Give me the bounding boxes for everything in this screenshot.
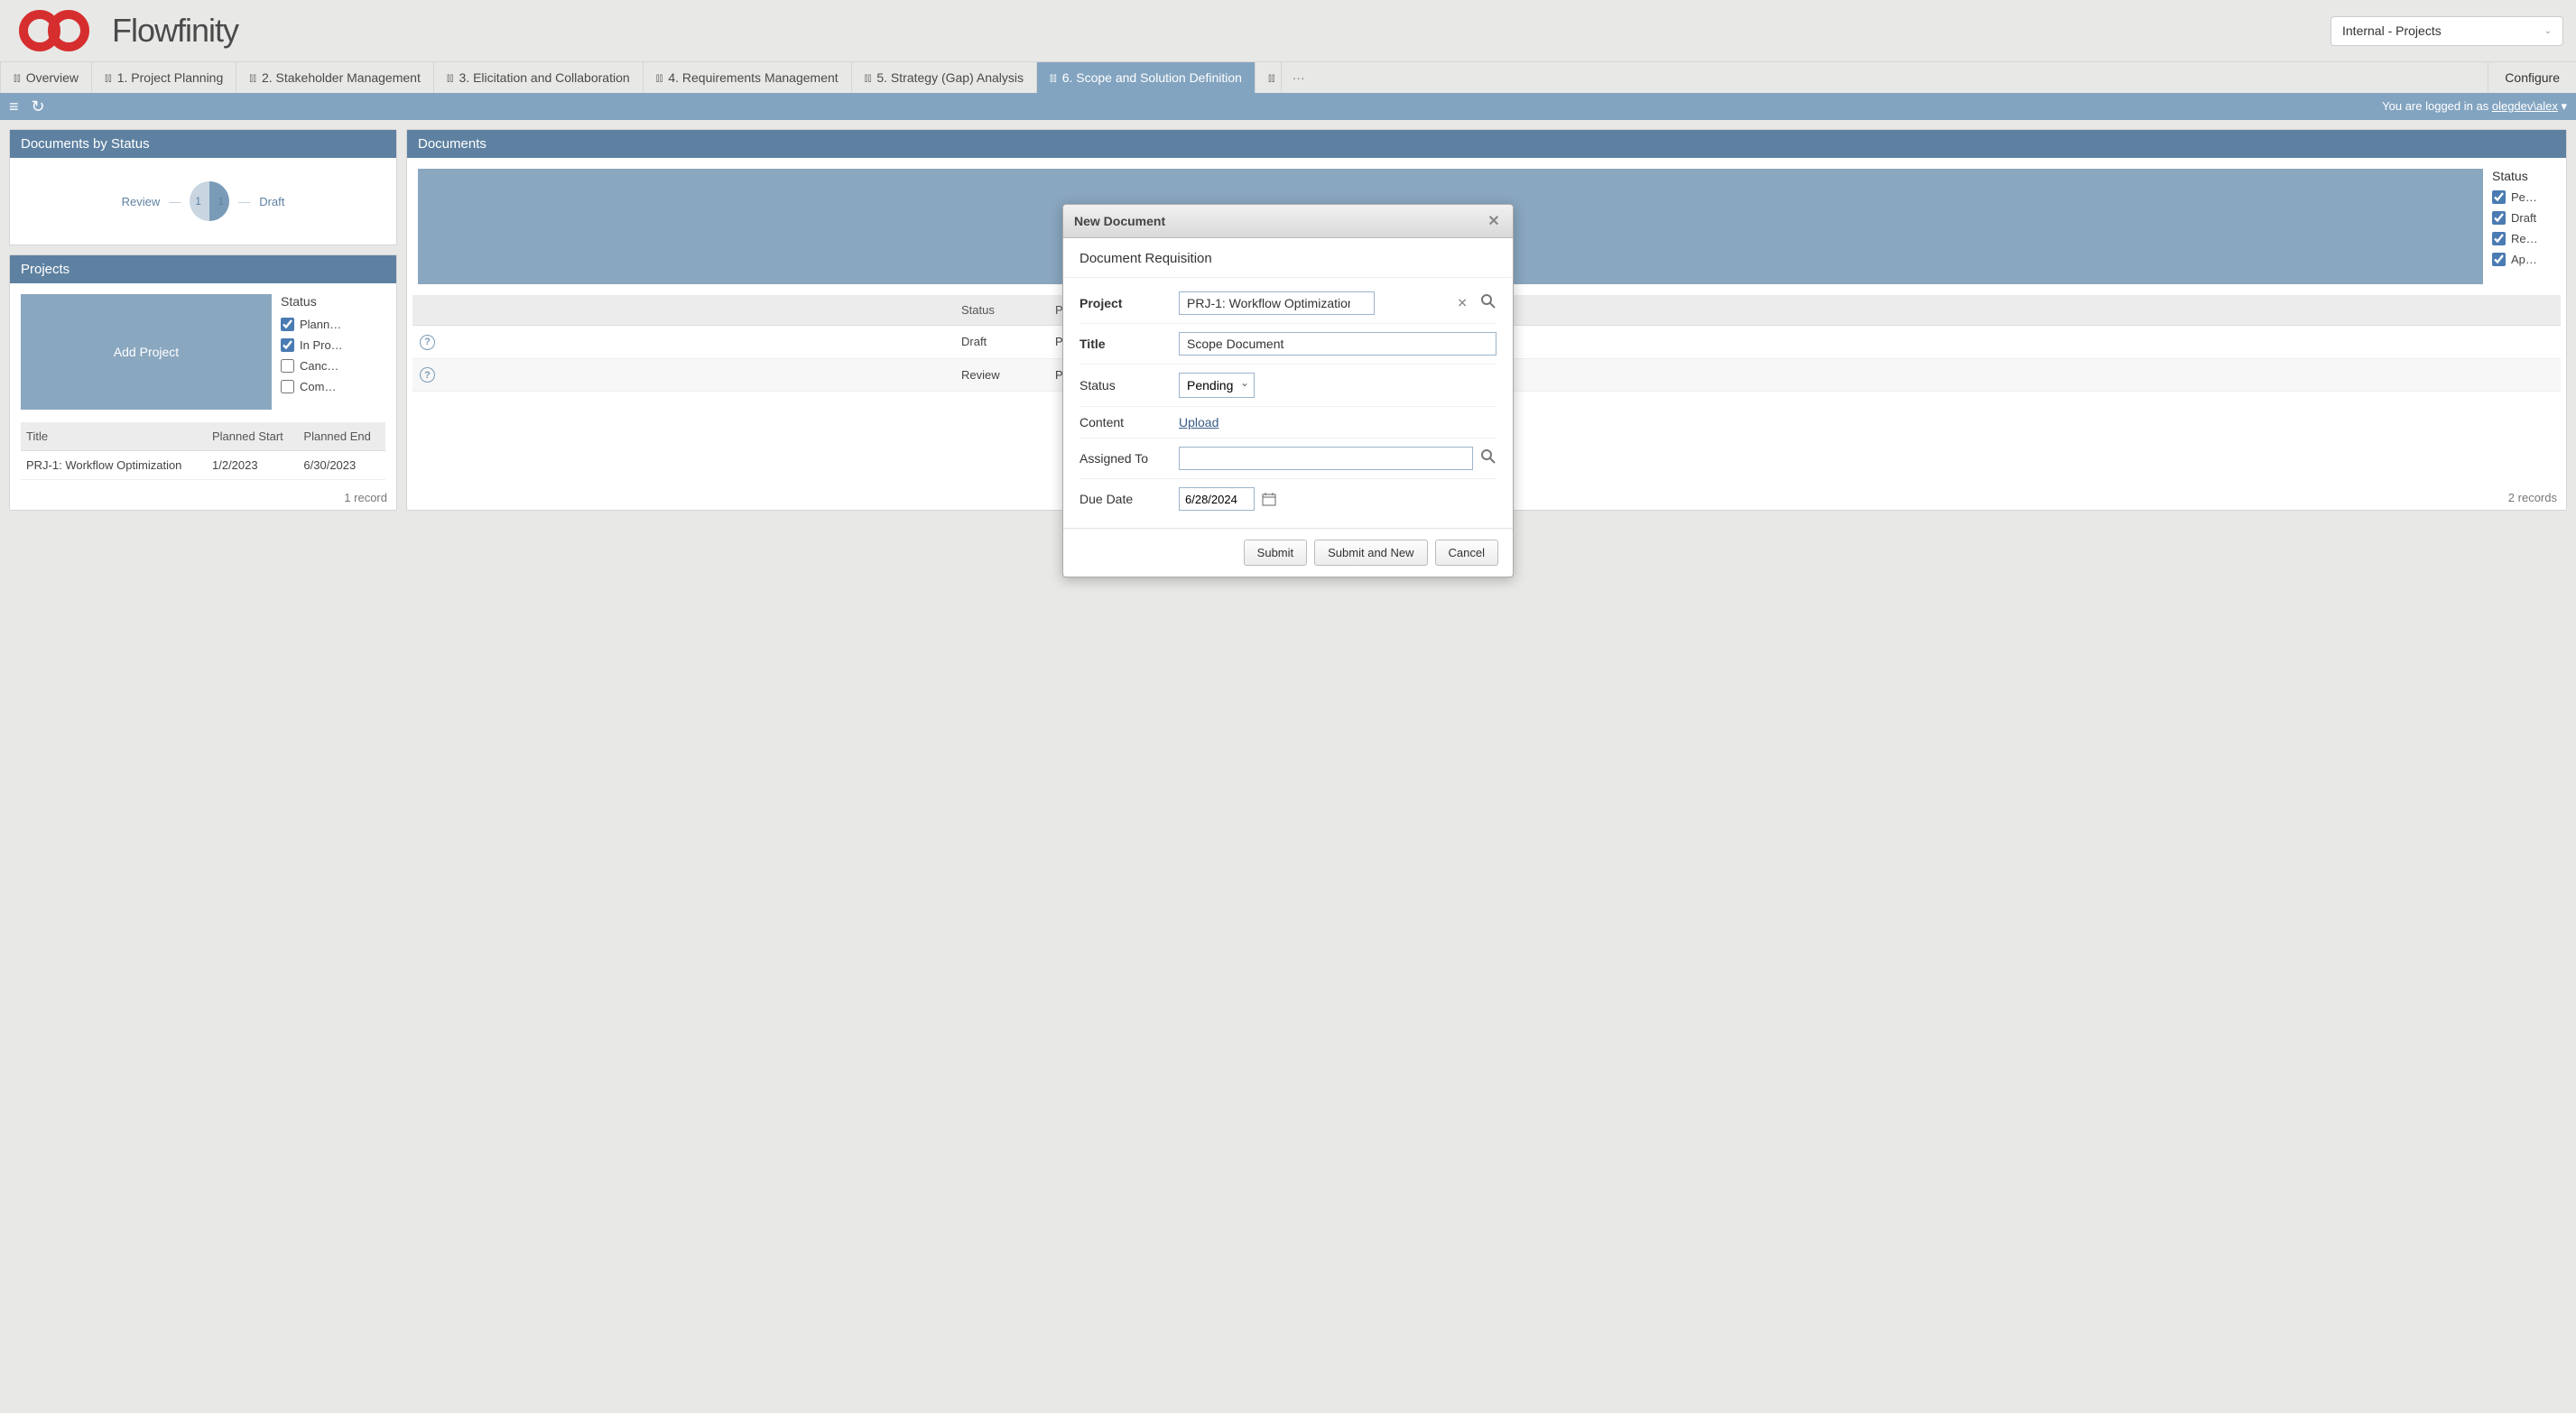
table-row[interactable]: PRJ-1: Workflow Optimization1/2/20236/30… bbox=[21, 451, 385, 480]
pie-label-review: Review bbox=[122, 195, 161, 208]
cancel-button[interactable]: Cancel bbox=[1435, 540, 1498, 566]
label-content: Content bbox=[1080, 415, 1170, 429]
tab-overview[interactable]: ⫾⫾Overview bbox=[0, 62, 92, 93]
dialog-title-text: New Document bbox=[1074, 214, 1165, 228]
brand-name: Flowfinity bbox=[112, 12, 238, 50]
chart-icon: ⫾⫾ bbox=[447, 71, 454, 85]
projects-table: Title Planned Start Planned End PRJ-1: W… bbox=[21, 422, 385, 480]
chart-icon: ⫾⫾ bbox=[1050, 71, 1057, 85]
project-input[interactable] bbox=[1179, 291, 1375, 315]
tabs-overflow[interactable]: ··· bbox=[1282, 62, 1316, 93]
col-status[interactable]: Status bbox=[954, 295, 1048, 326]
tab-stakeholder-management[interactable]: ⫾⫾2. Stakeholder Management bbox=[236, 62, 434, 93]
submit-button[interactable]: Submit bbox=[1244, 540, 1307, 566]
chart-icon: ⫾⫾ bbox=[105, 71, 112, 85]
tab-strategy[interactable]: ⫾⫾5. Strategy (Gap) Analysis bbox=[852, 62, 1037, 93]
checkbox[interactable] bbox=[2492, 232, 2506, 245]
clear-icon[interactable]: ✕ bbox=[1457, 296, 1468, 311]
user-link[interactable]: olegdev\alex bbox=[2492, 99, 2558, 113]
tab-elicitation[interactable]: ⫾⫾3. Elicitation and Collaboration bbox=[434, 62, 644, 93]
label-title: Title bbox=[1080, 337, 1170, 351]
checkbox[interactable] bbox=[2492, 253, 2506, 266]
tab-project-planning[interactable]: ⫾⫾1. Project Planning bbox=[92, 62, 236, 93]
status-heading: Status bbox=[2492, 169, 2555, 183]
dialog-subtitle: Document Requisition bbox=[1063, 238, 1513, 278]
pie-label-draft: Draft bbox=[259, 195, 284, 208]
record-count: 1 record bbox=[10, 480, 396, 510]
checkbox[interactable] bbox=[2492, 190, 2506, 204]
chart-icon: ⫾⫾ bbox=[656, 71, 663, 85]
chevron-down-icon: ⌄ bbox=[2544, 26, 2552, 36]
checkbox[interactable] bbox=[281, 338, 294, 352]
chart-icon: ⫾⫾ bbox=[14, 71, 21, 85]
col-title[interactable]: Title bbox=[21, 422, 207, 451]
new-document-dialog: New Document ✕ Document Requisition Proj… bbox=[1062, 204, 1514, 577]
info-icon[interactable]: ? bbox=[420, 335, 435, 350]
tab-partial[interactable]: ⫾⫾ bbox=[1256, 62, 1282, 93]
user-status: You are logged in as olegdev\alex ▾ bbox=[2382, 99, 2567, 114]
project-selector-value: Internal - Projects bbox=[2342, 23, 2442, 38]
chevron-down-icon[interactable]: ▾ bbox=[2561, 99, 2567, 113]
legend-checkbox[interactable]: Ap… bbox=[2492, 253, 2555, 266]
checkbox[interactable] bbox=[281, 318, 294, 331]
label-status: Status bbox=[1080, 378, 1170, 392]
panel-title: Documents bbox=[407, 130, 2566, 158]
submit-and-new-button[interactable]: Submit and New bbox=[1314, 540, 1427, 566]
close-icon[interactable]: ✕ bbox=[1486, 213, 1502, 229]
configure-button[interactable]: Configure bbox=[2488, 62, 2576, 93]
label-assigned: Assigned To bbox=[1080, 451, 1170, 466]
legend-checkbox[interactable]: Re… bbox=[2492, 232, 2555, 245]
panel-documents-by-status: Documents by Status Review — 1 1 — Draft bbox=[9, 129, 397, 245]
col-blank bbox=[412, 295, 954, 326]
label-project: Project bbox=[1080, 296, 1170, 310]
col-end[interactable]: Planned End bbox=[298, 422, 385, 451]
sub-toolbar: ≡ ↻ You are logged in as olegdev\alex ▾ bbox=[0, 93, 2576, 120]
due-date-input[interactable] bbox=[1179, 487, 1255, 511]
menu-icon[interactable]: ≡ bbox=[9, 97, 19, 116]
search-icon[interactable] bbox=[1480, 293, 1496, 314]
tab-scope[interactable]: ⫾⫾6. Scope and Solution Definition bbox=[1037, 62, 1256, 93]
add-project-button[interactable]: Add Project bbox=[21, 294, 272, 410]
title-input[interactable] bbox=[1179, 332, 1496, 356]
legend-checkbox[interactable]: Pe… bbox=[2492, 190, 2555, 204]
checkbox[interactable] bbox=[281, 359, 294, 373]
status-select[interactable]: Pending bbox=[1179, 373, 1255, 398]
chart-icon: ⫾⫾ bbox=[865, 71, 872, 85]
filter-checkbox[interactable]: Canc… bbox=[281, 359, 385, 373]
status-heading: Status bbox=[281, 294, 385, 309]
refresh-icon[interactable]: ↻ bbox=[32, 97, 45, 116]
legend-checkbox[interactable]: Draft bbox=[2492, 211, 2555, 225]
calendar-icon[interactable] bbox=[1262, 492, 1276, 506]
project-selector[interactable]: Internal - Projects ⌄ bbox=[2330, 16, 2563, 46]
search-icon[interactable] bbox=[1480, 448, 1496, 469]
checkbox[interactable] bbox=[2492, 211, 2506, 225]
checkbox[interactable] bbox=[281, 380, 294, 393]
tabs-bar: ⫾⫾Overview ⫾⫾1. Project Planning ⫾⫾2. St… bbox=[0, 61, 2576, 93]
status-pie-chart: 1 1 bbox=[190, 181, 229, 221]
panel-projects: Projects Add Project Status Plann… In Pro… bbox=[9, 254, 397, 511]
panel-title: Projects bbox=[10, 255, 396, 283]
chart-icon: ⫾⫾ bbox=[249, 71, 256, 85]
filter-checkbox[interactable]: Plann… bbox=[281, 318, 385, 331]
filter-checkbox[interactable]: In Pro… bbox=[281, 338, 385, 352]
upload-link[interactable]: Upload bbox=[1179, 415, 1219, 429]
filter-checkbox[interactable]: Com… bbox=[281, 380, 385, 393]
chart-icon: ⫾⫾ bbox=[1268, 71, 1275, 85]
app-header: Flowfinity Internal - Projects ⌄ bbox=[0, 0, 2576, 61]
col-start[interactable]: Planned Start bbox=[207, 422, 298, 451]
tab-requirements[interactable]: ⫾⫾4. Requirements Management bbox=[644, 62, 852, 93]
brand-logo: Flowfinity bbox=[13, 7, 238, 54]
panel-title: Documents by Status bbox=[10, 130, 396, 158]
info-icon[interactable]: ? bbox=[420, 367, 435, 383]
logo-icon bbox=[13, 7, 103, 54]
assigned-input[interactable] bbox=[1179, 447, 1473, 470]
label-due: Due Date bbox=[1080, 492, 1170, 506]
